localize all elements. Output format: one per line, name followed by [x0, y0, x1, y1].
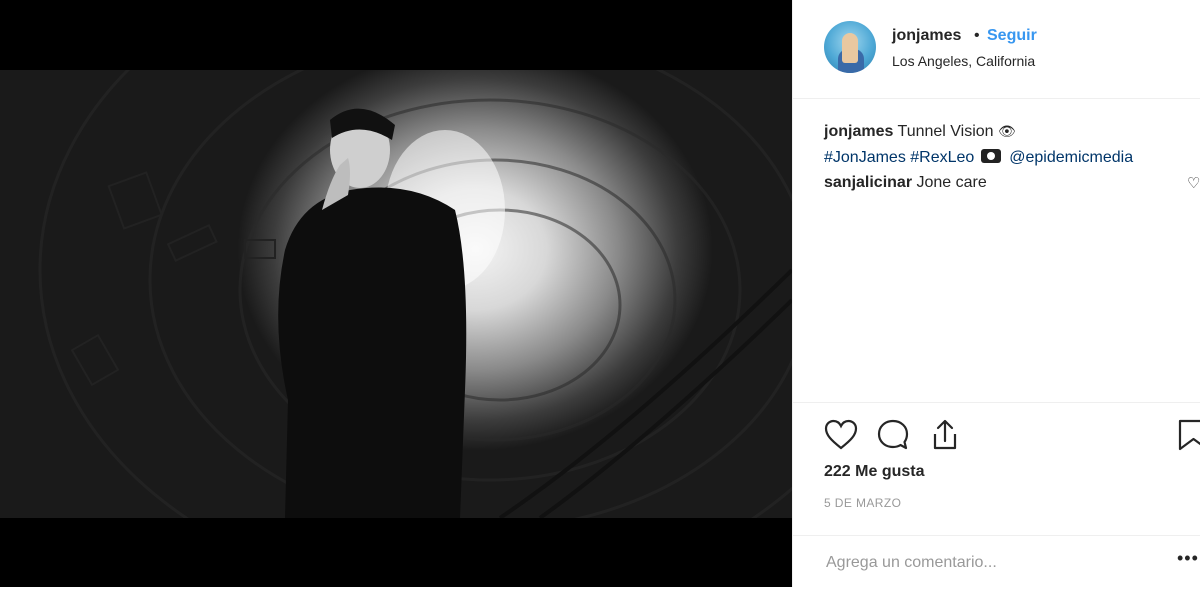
caption-text: Tunnel Vision — [897, 123, 994, 140]
comment-input[interactable] — [824, 550, 1168, 576]
post-actions: 222 Me gusta 5 DE MARZO ••• — [793, 402, 1200, 588]
author-username[interactable]: jonjames — [892, 27, 961, 45]
hashtag-rexleo[interactable]: #RexLeo — [910, 149, 974, 166]
bookmark-icon[interactable] — [1177, 417, 1200, 453]
hashtag-jonjames[interactable]: #JonJames — [824, 149, 906, 166]
follow-button[interactable]: Seguir — [987, 27, 1037, 45]
comment-like-heart-icon[interactable]: ♡ — [1187, 174, 1200, 192]
mention-epidemicmedia[interactable]: @epidemicmedia — [1009, 149, 1133, 166]
share-icon[interactable] — [927, 417, 963, 453]
comments-section: jonjames Tunnel Vision 👁 #JonJames #RexL… — [793, 98, 1200, 402]
comment-icon[interactable] — [875, 417, 911, 453]
separator-dot: • — [974, 27, 980, 44]
caption-username[interactable]: jonjames — [824, 123, 893, 140]
post-sidebar: jonjames • Seguir Los Angeles, Californi… — [792, 0, 1200, 587]
more-options-icon[interactable]: ••• — [1177, 548, 1199, 569]
post-date[interactable]: 5 DE MARZO — [824, 496, 901, 510]
eye-icon: 👁 — [998, 123, 1016, 139]
tunnel-photo — [38, 70, 792, 518]
post-header: jonjames • Seguir Los Angeles, Californi… — [793, 0, 1200, 99]
camera-icon — [980, 149, 1001, 163]
heart-icon[interactable] — [823, 417, 859, 453]
post-media — [0, 0, 792, 587]
avatar[interactable] — [824, 21, 876, 73]
avatar-figure — [842, 33, 858, 63]
comment-item: sanjalicinar Jone care — [824, 174, 987, 192]
comment-username[interactable]: sanjalicinar — [824, 174, 912, 191]
add-comment-bar: ••• — [793, 535, 1200, 589]
likes-count[interactable]: 222 Me gusta — [824, 463, 924, 481]
caption: jonjames Tunnel Vision 👁 #JonJames #RexL… — [824, 118, 1184, 171]
location-link[interactable]: Los Angeles, California — [892, 53, 1035, 69]
post-photo[interactable] — [0, 70, 792, 518]
comment-text: Jone care — [916, 174, 987, 191]
